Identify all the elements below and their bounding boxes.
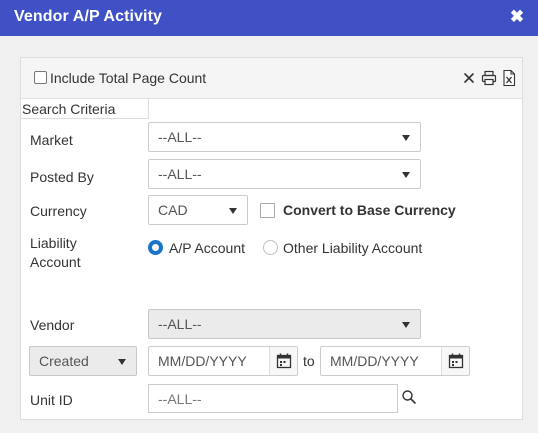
liability-account-label-line2: Account (30, 254, 81, 270)
date-from-placeholder: MM/DD/YYYY (158, 353, 247, 369)
date-to-input[interactable]: MM/DD/YYYY (320, 346, 470, 376)
other-liability-radio[interactable] (263, 240, 278, 255)
convert-base-currency-checkbox[interactable] (260, 203, 275, 218)
convert-base-currency-label: Convert to Base Currency (283, 202, 456, 218)
search-icon[interactable] (401, 389, 417, 405)
close-icon[interactable] (462, 69, 478, 87)
chevron-down-icon (402, 135, 410, 141)
panel-header: Include Total Page Count (21, 58, 522, 99)
date-type-value: Created (39, 353, 89, 369)
chevron-down-icon (402, 172, 410, 178)
window-title: Vendor A/P Activity (14, 8, 163, 25)
date-to-label: to (303, 353, 315, 369)
currency-select[interactable]: CAD (148, 195, 248, 225)
posted-by-label: Posted By (30, 169, 94, 185)
other-liability-label: Other Liability Account (283, 240, 423, 256)
vendor-label: Vendor (30, 317, 75, 333)
market-select[interactable]: --ALL-- (148, 122, 421, 152)
close-window-icon[interactable]: ✖ (508, 6, 526, 28)
date-type-select[interactable]: Created (29, 346, 137, 376)
calendar-icon (276, 353, 292, 369)
market-value: --ALL-- (158, 129, 202, 145)
title-bar: Vendor A/P Activity ✖ (0, 0, 538, 36)
include-total-label: Include Total Page Count (50, 70, 207, 86)
unit-id-input[interactable]: --ALL-- (148, 384, 398, 413)
vendor-select[interactable]: --ALL-- (148, 309, 421, 339)
calendar-icon (448, 353, 464, 369)
posted-by-value: --ALL-- (158, 166, 202, 182)
unit-id-label: Unit ID (30, 392, 73, 408)
search-panel: Include Total Page Count Search Criteria… (20, 57, 523, 420)
currency-value: CAD (158, 202, 188, 218)
print-icon[interactable] (481, 69, 497, 87)
chevron-down-icon (402, 322, 410, 328)
excel-export-icon[interactable] (501, 69, 517, 87)
date-to-placeholder: MM/DD/YYYY (330, 353, 419, 369)
posted-by-select[interactable]: --ALL-- (148, 159, 421, 189)
include-total-checkbox[interactable] (34, 71, 47, 84)
ap-account-radio[interactable] (148, 240, 163, 255)
date-from-input[interactable]: MM/DD/YYYY (148, 346, 298, 376)
search-criteria-label: Search Criteria (21, 99, 149, 119)
vendor-value: --ALL-- (158, 316, 202, 332)
ap-account-label: A/P Account (169, 240, 246, 256)
chevron-down-icon (118, 359, 126, 365)
liability-account-label-line1: Liability (30, 235, 77, 251)
unit-id-placeholder: --ALL-- (158, 391, 202, 407)
date-to-calendar-button[interactable] (441, 347, 469, 375)
date-from-calendar-button[interactable] (269, 347, 297, 375)
currency-label: Currency (30, 203, 87, 219)
market-label: Market (30, 132, 73, 148)
chevron-down-icon (229, 208, 237, 214)
